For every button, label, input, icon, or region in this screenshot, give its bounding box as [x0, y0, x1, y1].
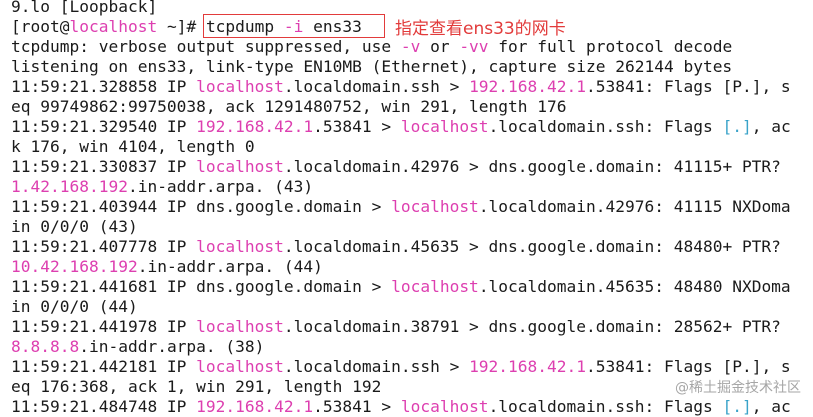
- terminal-text: , ac: [751, 117, 791, 136]
- terminal-line: 1.42.168.192.in-addr.arpa. (43): [11, 177, 791, 197]
- terminal-line: 11:59:21.442181 IP localhost.localdomain…: [11, 357, 791, 377]
- terminal-text: .localdomain.ssh: Flags: [488, 397, 723, 416]
- terminal-text: -v: [400, 37, 421, 56]
- terminal-text: .localdomain.ssh >: [283, 77, 470, 96]
- terminal-text: localhost: [196, 237, 284, 256]
- terminal-text: localhost: [69, 17, 158, 36]
- terminal-text: localhost: [400, 117, 489, 136]
- terminal-text: eq 176:368, ack 1, win 291, length 192: [11, 377, 382, 396]
- terminal-text: 10.42.168.192: [11, 257, 138, 276]
- terminal-line: 11:59:21.403944 IP dns.google.domain > l…: [11, 197, 791, 217]
- terminal-text: k 176, win 4104, length 0: [11, 137, 255, 156]
- terminal-text: or: [420, 37, 460, 56]
- terminal-text: .localdomain.42976: 41115 NXDoma: [478, 197, 791, 216]
- terminal-text: localhost: [196, 357, 284, 376]
- terminal-text: ~]#: [157, 17, 206, 36]
- terminal-line: 10.42.168.192.in-addr.arpa. (44): [11, 257, 791, 277]
- terminal-text: 192.168.42.1: [196, 117, 314, 136]
- terminal-text: , ac: [751, 397, 791, 416]
- terminal-text: .localdomain.45635: 48480 NXDoma: [478, 277, 791, 296]
- terminal-text: 1.42.168.192: [11, 177, 128, 196]
- terminal-text: localhost: [196, 317, 284, 336]
- terminal-text: 11:59:21.441978 IP: [11, 317, 197, 336]
- terminal-line: 11:59:21.441978 IP localhost.localdomain…: [11, 317, 791, 337]
- terminal-text: 11:59:21.328858 IP: [11, 77, 197, 96]
- terminal-text: 192.168.42.1: [469, 357, 587, 376]
- terminal-line: 11:59:21.330837 IP localhost.localdomain…: [11, 157, 791, 177]
- terminal-line: in 0/0/0 (43): [11, 217, 791, 237]
- terminal-line: eq 99749862:99750038, ack 1291480752, wi…: [11, 97, 791, 117]
- terminal-text: .53841 >: [313, 397, 401, 416]
- terminal-text: eq 99749862:99750038, ack 1291480752, wi…: [11, 97, 567, 116]
- terminal-text: 11:59:21.442181 IP: [11, 357, 197, 376]
- terminal-text: in 0/0/0 (44): [11, 297, 138, 316]
- terminal-text: .localdomain.38791 > dns.google.domain: …: [283, 317, 781, 336]
- terminal-text: 11:59:21.441681 IP dns.google.domain >: [11, 277, 392, 296]
- terminal-text: 192.168.42.1: [196, 397, 314, 416]
- terminal-text: [.]: [722, 117, 752, 136]
- terminal-text: 11:59:21.330837 IP: [11, 157, 197, 176]
- command-highlight-box: [203, 14, 385, 38]
- terminal-text: localhost: [391, 197, 479, 216]
- terminal-text: 192.168.42.1: [469, 77, 587, 96]
- terminal-text: .localdomain.42976 > dns.google.domain: …: [283, 157, 781, 176]
- terminal-text: .53841: Flags [P.], s: [586, 357, 791, 376]
- terminal-text: 9.lo [Loopback]: [11, 0, 158, 16]
- terminal-text: .localdomain.45635 > dns.google.domain: …: [283, 237, 781, 256]
- terminal-text: localhost: [196, 77, 284, 96]
- terminal-line: 11:59:21.441681 IP dns.google.domain > l…: [11, 277, 791, 297]
- terminal-line: 11:59:21.484748 IP 192.168.42.1.53841 > …: [11, 397, 791, 417]
- terminal-text: localhost: [391, 277, 479, 296]
- terminal-line: in 0/0/0 (44): [11, 297, 791, 317]
- terminal-line: 11:59:21.328858 IP localhost.localdomain…: [11, 77, 791, 97]
- terminal-text: 8.8.8.8: [11, 337, 80, 356]
- terminal-text: .53841: Flags [P.], s: [586, 77, 791, 96]
- terminal-text: .localdomain.ssh: Flags: [488, 117, 723, 136]
- terminal-text: .53841 >: [313, 117, 401, 136]
- terminal-text: [root@: [11, 17, 70, 36]
- terminal-text: tcpdump: verbose output suppressed, use: [11, 37, 401, 56]
- terminal-line: 8.8.8.8.in-addr.arpa. (38): [11, 337, 791, 357]
- annotation-label: 指定查看ens33的网卡: [395, 19, 566, 39]
- terminal-text: in 0/0/0 (43): [11, 217, 138, 236]
- terminal-line: 11:59:21.407778 IP localhost.localdomain…: [11, 237, 791, 257]
- terminal-text: 11:59:21.403944 IP dns.google.domain >: [11, 197, 392, 216]
- terminal-text: 11:59:21.329540 IP: [11, 117, 197, 136]
- terminal-text: localhost: [196, 157, 284, 176]
- terminal-output: 9.lo [Loopback] [root@localhost ~]# tcpdu…: [11, 0, 791, 417]
- terminal-text: 11:59:21.484748 IP: [11, 397, 197, 416]
- terminal-line: eq 176:368, ack 1, win 291, length 192: [11, 377, 791, 397]
- terminal-text: .localdomain.ssh >: [283, 357, 470, 376]
- terminal-text: -vv: [459, 37, 489, 56]
- terminal-line: tcpdump: verbose output suppressed, use …: [11, 37, 791, 57]
- terminal-text: for full protocol decode: [488, 37, 733, 56]
- terminal-text: listening on ens33, link-type EN10MB (Et…: [11, 57, 733, 76]
- terminal-line: 11:59:21.329540 IP 192.168.42.1.53841 > …: [11, 117, 791, 137]
- terminal-text: .in-addr.arpa. (44): [137, 257, 323, 276]
- terminal-text: .in-addr.arpa. (38): [79, 337, 265, 356]
- terminal-line: k 176, win 4104, length 0: [11, 137, 791, 157]
- terminal-text: localhost: [400, 397, 489, 416]
- watermark: @稀土掘金技术社区: [675, 380, 801, 396]
- terminal-text: [.]: [722, 397, 752, 416]
- terminal-line: listening on ens33, link-type EN10MB (Et…: [11, 57, 791, 77]
- terminal-text: 11:59:21.407778 IP: [11, 237, 197, 256]
- terminal-text: .in-addr.arpa. (43): [127, 177, 314, 196]
